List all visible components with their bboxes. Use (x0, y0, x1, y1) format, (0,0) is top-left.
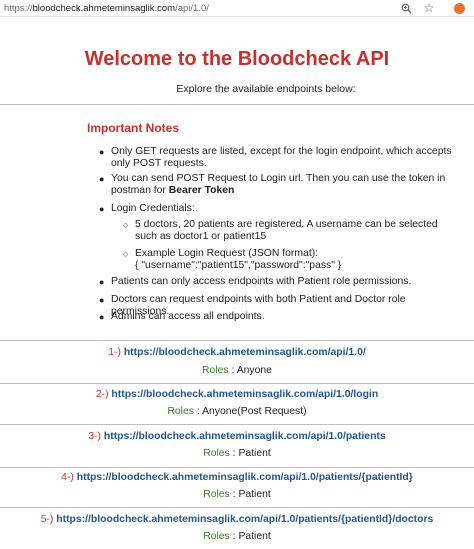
page-subtitle: Explore the available endpoints below: (176, 83, 356, 95)
note-text: Patients can only access endpoints with … (111, 276, 412, 287)
bullet: ○ (123, 220, 129, 230)
endpoint-roles: Roles : Anyone(Post Request) (0, 406, 474, 417)
bullet: ○ (123, 249, 129, 259)
endpoint-item: 3-) https://bloodcheck.ahmeteminsaglik.c… (0, 431, 474, 442)
divider (0, 104, 474, 105)
bullet: ● (99, 312, 105, 322)
url-path: /api/1.0/ (175, 3, 209, 14)
roles-label: Roles (203, 531, 230, 542)
endpoint-number: 3-) (88, 431, 102, 442)
endpoint-link[interactable]: https://bloodcheck.ahmeteminsaglik.com/a… (104, 431, 386, 442)
endpoint-link[interactable]: https://bloodcheck.ahmeteminsaglik.com/a… (56, 514, 433, 525)
divider (0, 507, 474, 508)
note-item: ● Login Credentials: (99, 203, 456, 215)
roles-label: Roles (203, 489, 230, 500)
roles-label: Roles (167, 406, 194, 417)
roles-value: Patient (238, 531, 271, 542)
endpoint-item: 5-) https://bloodcheck.ahmeteminsaglik.c… (0, 514, 474, 525)
endpoint-link[interactable]: https://bloodcheck.ahmeteminsaglik.com/a… (111, 389, 378, 400)
roles-label: Roles (202, 365, 229, 376)
bullet: ● (99, 277, 105, 287)
endpoint-roles: Roles : Patient (0, 489, 474, 500)
notes-title: Important Notes (87, 121, 180, 135)
note-bold-text: Bearer Token (168, 185, 235, 197)
bullet: ● (99, 174, 105, 184)
endpoint-number: 5-) (40, 514, 54, 525)
endpoint-number: 2-) (95, 389, 109, 400)
url-host: bloodcheck.ahmeteminsaglik.com (32, 3, 176, 14)
sub-note-text: 5 doctors, 20 patients are registered. A… (135, 219, 438, 243)
bookmark-star-icon[interactable]: ☆ (422, 1, 436, 15)
divider (0, 340, 474, 341)
url-text[interactable]: https://bloodcheck.ahmeteminsaglik.com/a… (4, 3, 209, 14)
roles-value: Patient (238, 448, 271, 459)
url-protocol: https:// (4, 3, 33, 14)
sub-note-text: Example Login Request (JSON format): (135, 248, 319, 259)
roles-separator: : (228, 365, 237, 376)
note-text: Login Credentials: (111, 203, 195, 214)
endpoint-link[interactable]: https://bloodcheck.ahmeteminsaglik.com/a… (124, 347, 366, 358)
roles-separator: : (193, 406, 203, 417)
bullet: ● (99, 204, 105, 214)
endpoint-item: 4-) https://bloodcheck.ahmeteminsaglik.c… (0, 472, 474, 483)
extension-icon[interactable] (452, 1, 466, 15)
note-item: ● Only GET requests are listed, except fo… (99, 146, 456, 170)
zoom-icon[interactable] (399, 1, 413, 15)
endpoint-roles: Roles : Patient (0, 448, 474, 459)
endpoint-roles: Roles : Patient (0, 531, 474, 542)
note-text: You can send POST Request to Login url. … (111, 173, 446, 197)
roles-label: Roles (203, 448, 230, 459)
page-title: Welcome to the Bloodcheck API (84, 48, 390, 70)
bullet: ● (99, 295, 105, 305)
endpoint-roles: Roles : Anyone (0, 365, 474, 376)
divider (0, 383, 474, 384)
note-item: ● You can send POST Request to Login url.… (99, 173, 456, 197)
bullet: ● (99, 147, 105, 157)
browser-address-bar[interactable]: https://bloodcheck.ahmeteminsaglik.com/a… (0, 0, 474, 17)
divider (0, 424, 474, 425)
login-json-example: { "username":"patient15","password":"pas… (135, 260, 342, 272)
note-text: Only GET requests are listed, except for… (111, 146, 452, 170)
roles-value: Patient (238, 489, 271, 500)
sub-note-item: ○ 5 doctors, 20 patients are registered. … (123, 219, 455, 243)
endpoint-link[interactable]: https://bloodcheck.ahmeteminsaglik.com/a… (77, 472, 413, 483)
extension-badge (453, 2, 465, 14)
endpoint-item: 1-) https://bloodcheck.ahmeteminsaglik.c… (0, 347, 474, 358)
note-item: ● Admins can access all endpoints. (99, 311, 456, 323)
roles-value: Anyone (236, 365, 272, 376)
roles-value: Anyone(Post Request) (202, 406, 307, 417)
note-text: Admins can access all endpoints. (111, 311, 265, 322)
endpoint-number: 4-) (61, 472, 74, 483)
sub-note-item: ○ Example Login Request (JSON format):{ "… (123, 248, 455, 272)
divider (0, 467, 474, 468)
endpoint-item: 2-) https://bloodcheck.ahmeteminsaglik.c… (0, 389, 474, 400)
endpoint-number: 1-) (108, 347, 121, 358)
note-item: ● Patients can only access endpoints with… (99, 276, 456, 288)
